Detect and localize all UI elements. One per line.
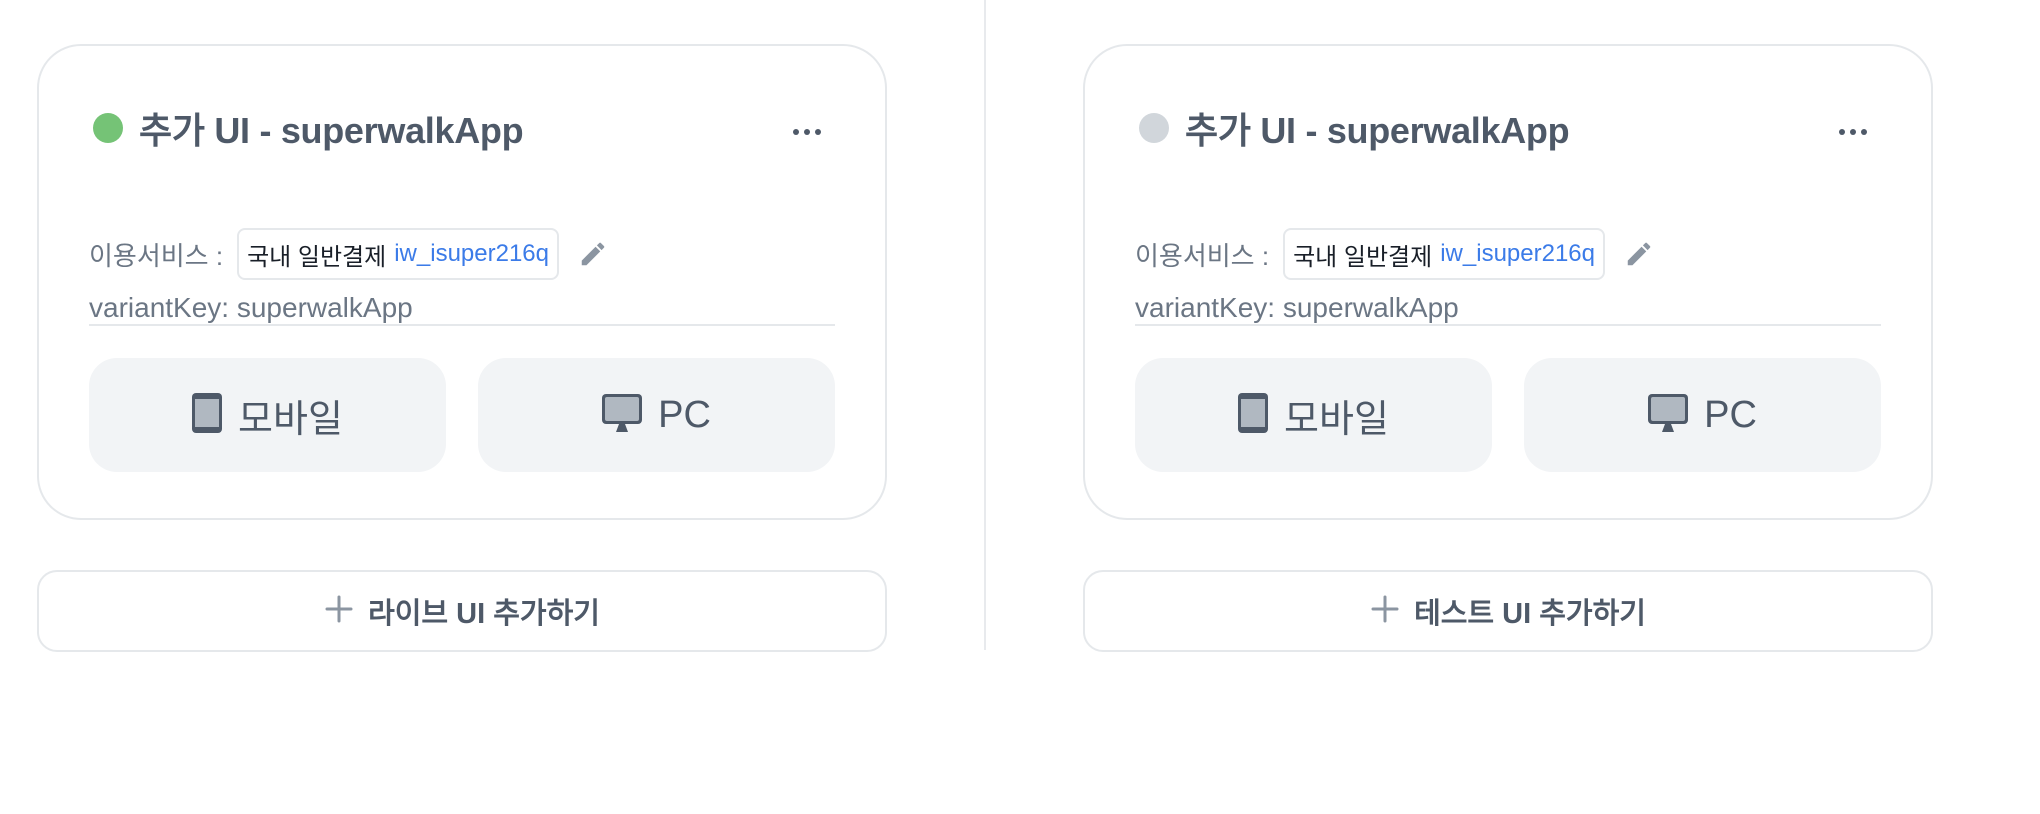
pc-label: PC <box>658 393 711 436</box>
variant-key: variantKey: superwalkApp <box>1135 292 1459 323</box>
variant-key: variantKey: superwalkApp <box>89 292 413 323</box>
test-column: 추가 UI - superwalkApp 이용서비스 : 국내 일반결제 iw_… <box>1083 44 1933 652</box>
mobile-label: 모바일 <box>238 398 343 441</box>
mobile-icon <box>192 392 223 438</box>
mobile-preview-button[interactable]: 모바일 <box>89 358 446 472</box>
service-chip: 국내 일반결제 iw_isuper216q <box>237 228 559 280</box>
card-header: 추가 UI - superwalkApp <box>1135 102 1881 154</box>
status-dot-inactive-icon <box>1139 113 1169 143</box>
test-ui-card[interactable]: 추가 UI - superwalkApp 이용서비스 : 국내 일반결제 iw_… <box>1083 44 1933 520</box>
add-live-ui-label: 라이브 UI 추가하기 <box>368 598 600 630</box>
more-options-icon[interactable] <box>779 112 835 152</box>
add-test-ui-label: 테스트 UI 추가하기 <box>1414 598 1646 630</box>
mobile-icon <box>1238 392 1269 438</box>
service-id: iw_isuper216q <box>1440 240 1595 267</box>
live-column: 추가 UI - superwalkApp 이용서비스 : 국내 일반결제 iw_… <box>37 44 887 652</box>
monitor-icon <box>1648 393 1689 437</box>
service-chip: 국내 일반결제 iw_isuper216q <box>1283 228 1605 280</box>
add-test-ui-button[interactable]: 테스트 UI 추가하기 <box>1083 570 1933 652</box>
device-buttons: 모바일 PC <box>1135 358 1881 472</box>
card-title: 추가 UI - superwalkApp <box>139 110 524 151</box>
service-row: 이용서비스 : 국내 일반결제 iw_isuper216q <box>1135 228 1655 280</box>
mobile-preview-button[interactable]: 모바일 <box>1135 358 1492 472</box>
service-id: iw_isuper216q <box>394 240 549 267</box>
card-header: 추가 UI - superwalkApp <box>89 102 835 154</box>
service-label: 이용서비스 : <box>89 240 224 271</box>
live-ui-card[interactable]: 추가 UI - superwalkApp 이용서비스 : 국내 일반결제 iw_… <box>37 44 887 520</box>
pencil-icon[interactable] <box>1623 238 1655 270</box>
device-buttons: 모바일 PC <box>89 358 835 472</box>
plus-icon <box>324 594 354 629</box>
column-divider <box>984 0 986 650</box>
status-dot-active-icon <box>93 113 123 143</box>
card-divider <box>1135 324 1881 326</box>
monitor-icon <box>602 393 643 437</box>
card-divider <box>89 324 835 326</box>
service-row: 이용서비스 : 국내 일반결제 iw_isuper216q <box>89 228 609 280</box>
pc-preview-button[interactable]: PC <box>478 358 835 472</box>
pc-label: PC <box>1704 393 1757 436</box>
pc-preview-button[interactable]: PC <box>1524 358 1881 472</box>
service-label: 이용서비스 : <box>1135 240 1270 271</box>
service-name: 국내 일반결제 <box>1293 243 1433 271</box>
page: 추가 UI - superwalkApp 이용서비스 : 국내 일반결제 iw_… <box>0 0 2040 814</box>
card-title: 추가 UI - superwalkApp <box>1185 110 1570 151</box>
pencil-icon[interactable] <box>577 238 609 270</box>
mobile-label: 모바일 <box>1284 398 1389 441</box>
plus-icon <box>1370 594 1400 629</box>
more-options-icon[interactable] <box>1825 112 1881 152</box>
service-name: 국내 일반결제 <box>247 243 387 271</box>
add-live-ui-button[interactable]: 라이브 UI 추가하기 <box>37 570 887 652</box>
